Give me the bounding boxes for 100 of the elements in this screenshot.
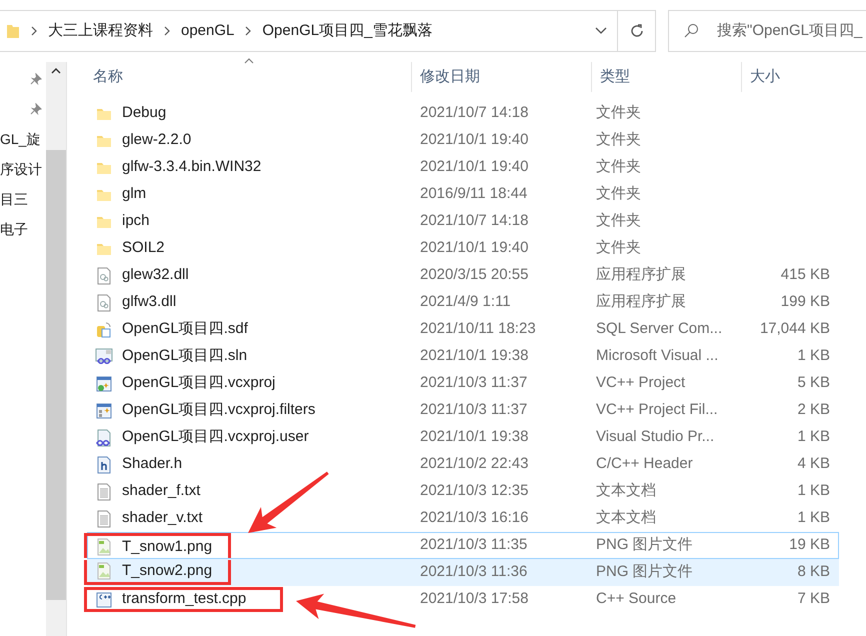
file-row[interactable]: OpenGL项目四.sln 2021/10/1 19:38 Microsoft Visual ... 1 KB xyxy=(87,343,839,370)
date-cell-text: 2021/10/2 22:43 xyxy=(419,454,530,474)
type-cell-text: 文件夹 xyxy=(595,103,642,124)
nav-item[interactable]: 电子 xyxy=(0,218,28,240)
type-cell-text: Microsoft Visual ... xyxy=(595,346,720,366)
breadcrumb[interactable]: openGL xyxy=(181,20,234,42)
file-name: glfw-3.3.4.bin.WIN32 xyxy=(122,157,262,178)
file-name: ipch xyxy=(122,211,150,232)
file-name: Debug xyxy=(122,103,166,124)
column-header[interactable]: 大小 xyxy=(741,62,839,92)
size-cell-text: 1 KB xyxy=(797,481,830,502)
file-row[interactable]: Debug 2021/10/7 14:18 文件夹 xyxy=(87,100,839,127)
date-cell-text: 2021/4/9 1:11 xyxy=(419,292,512,312)
size-cell-text: 1 KB xyxy=(797,346,830,366)
file-row[interactable]: glm 2016/9/11 18:44 文件夹 xyxy=(87,181,839,208)
search-box[interactable]: 搜索"OpenGL项目四_ xyxy=(668,10,866,52)
search-field[interactable]: 搜索"OpenGL项目四_ xyxy=(717,20,866,42)
dropdown-chevron-icon[interactable] xyxy=(595,27,607,35)
nav-item[interactable]: GL_旋 xyxy=(0,128,40,150)
file-row[interactable]: OpenGL项目四.vcxproj 2021/10/3 11:37 VC++ Project 5 KB xyxy=(87,370,839,397)
chevron-icon xyxy=(164,26,170,36)
file-name: glfw3.dll xyxy=(122,292,176,312)
file-name: OpenGL项目四.sln xyxy=(122,346,248,366)
date-cell-text: 2021/10/3 11:37 xyxy=(419,400,528,420)
text-file-icon xyxy=(95,510,113,528)
date-cell-text: 2021/10/11 18:23 xyxy=(419,319,537,340)
project-icon xyxy=(95,402,113,420)
breadcrumb[interactable]: OpenGL项目四_雪花飘落 xyxy=(262,20,432,42)
date-cell-text: 2016/9/11 18:44 xyxy=(419,184,528,204)
file-row[interactable]: ipch 2021/10/7 14:18 文件夹 xyxy=(87,208,839,235)
pin-icon[interactable] xyxy=(30,103,42,115)
nav-item[interactable]: 序设计 xyxy=(0,158,42,180)
type-cell-text: VC++ Project xyxy=(595,373,686,394)
scroll-up-icon[interactable] xyxy=(51,68,61,74)
file-name: glew32.dll xyxy=(122,265,189,286)
infinity-icon xyxy=(95,428,113,446)
type-cell-text: Visual Studio Pr... xyxy=(595,427,716,448)
sort-caret-icon xyxy=(244,58,254,64)
size-cell-text: 5 KB xyxy=(797,373,830,394)
file-name: SOIL2 xyxy=(122,238,165,258)
type-cell-text: VC++ Project Fil... xyxy=(595,400,719,420)
file-row[interactable]: glfw3.dll 2021/4/9 1:11 应用程序扩展 199 KB xyxy=(87,289,839,316)
file-row[interactable]: OpenGL项目四.sdf 2021/10/11 18:23 SQL Server Com... 17,044 KB xyxy=(87,316,839,343)
type-cell-text: 文件夹 xyxy=(595,130,642,150)
date-cell-text: 2021/10/1 19:38 xyxy=(419,346,530,366)
type-cell-text: PNG 图片文件 xyxy=(595,562,694,582)
size-cell-text: 4 KB xyxy=(797,454,830,474)
type-cell-text: 文件夹 xyxy=(595,157,642,178)
project-icon xyxy=(95,374,113,392)
file-name: glm xyxy=(122,184,146,204)
infinity-icon xyxy=(95,348,113,366)
pin-icon[interactable] xyxy=(30,73,42,85)
image-file-icon xyxy=(95,562,113,580)
address-bar[interactable]: 大三上课程资料 openGL OpenGL项目四_雪花飘落 xyxy=(0,10,618,52)
date-cell-text: 2020/3/15 20:55 xyxy=(419,265,530,286)
date-cell-text: 2021/10/1 19:38 xyxy=(419,427,530,448)
file-row[interactable]: glew32.dll 2020/3/15 20:55 应用程序扩展 415 KB xyxy=(87,262,839,289)
file-row[interactable]: T_snow2.png 2021/10/3 11:36 PNG 图片文件 8 KB xyxy=(87,559,839,586)
date-cell-text: 2021/10/3 12:35 xyxy=(419,481,530,502)
file-name: T_snow1.png xyxy=(122,536,212,557)
date-cell-text: 2021/10/7 14:18 xyxy=(419,211,530,232)
date-cell-text: 2021/10/3 17:58 xyxy=(419,589,530,610)
file-row[interactable]: OpenGL项目四.vcxproj.filters 2021/10/3 11:37 VC++ Project Fil... 2 KB xyxy=(87,397,839,424)
file-row[interactable]: SOIL2 2021/10/1 19:40 文件夹 xyxy=(87,235,839,262)
breadcrumb[interactable]: 大三上课程资料 xyxy=(48,20,153,42)
type-cell-text: 文件夹 xyxy=(595,211,642,232)
date-cell-text: 2021/10/3 16:16 xyxy=(419,508,530,528)
size-cell-text: 2 KB xyxy=(797,400,830,420)
type-cell-text: 文本文档 xyxy=(595,508,657,528)
nav-item[interactable]: 目三 xyxy=(0,188,28,210)
size-cell-text: 415 KB xyxy=(780,265,830,286)
file-row[interactable]: shader_v.txt 2021/10/3 16:16 文本文档 1 KB xyxy=(87,505,839,532)
column-header[interactable]: 名称 xyxy=(87,62,411,92)
type-cell-text: SQL Server Com... xyxy=(595,319,724,340)
file-name: OpenGL项目四.vcxproj xyxy=(122,373,276,394)
type-cell-text: PNG 图片文件 xyxy=(595,535,694,556)
file-row[interactable]: Shader.h 2021/10/2 22:43 C/C++ Header 4 KB xyxy=(87,451,839,478)
file-name: shader_f.txt xyxy=(122,481,200,502)
date-cell-text: 2021/10/3 11:35 xyxy=(419,535,528,556)
scrollbar[interactable] xyxy=(46,62,66,636)
column-header[interactable]: 修改日期 xyxy=(411,62,591,92)
type-cell-text: C/C++ Header xyxy=(595,454,694,474)
column-header[interactable]: 类型 xyxy=(591,62,741,92)
file-row[interactable]: transform_test.cpp 2021/10/3 17:58 C++ Source 7 KB xyxy=(87,586,839,613)
size-cell-text: 1 KB xyxy=(797,508,830,528)
scrollbar-thumb[interactable] xyxy=(46,150,66,600)
chevron-icon xyxy=(245,26,252,36)
file-name: Shader.h xyxy=(122,454,182,474)
file-name: OpenGL项目四.vcxproj.filters xyxy=(122,400,316,420)
file-row[interactable]: shader_f.txt 2021/10/3 12:35 文本文档 1 KB xyxy=(87,478,839,505)
search-icon xyxy=(683,23,699,39)
size-cell-text: 199 KB xyxy=(780,292,830,312)
file-name: shader_v.txt xyxy=(122,508,203,528)
file-row[interactable]: OpenGL项目四.vcxproj.user 2021/10/1 19:38 Visual Studio Pr... 1 KB xyxy=(87,424,839,451)
code-file-icon xyxy=(95,590,113,608)
file-row[interactable]: glfw-3.3.4.bin.WIN32 2021/10/1 19:40 文件夹 xyxy=(87,154,839,181)
file-name: OpenGL项目四.sdf xyxy=(122,319,248,340)
file-row[interactable]: glew-2.2.0 2021/10/1 19:40 文件夹 xyxy=(87,127,839,154)
refresh-button[interactable] xyxy=(618,10,656,52)
file-name: T_snow2.png xyxy=(122,560,212,581)
